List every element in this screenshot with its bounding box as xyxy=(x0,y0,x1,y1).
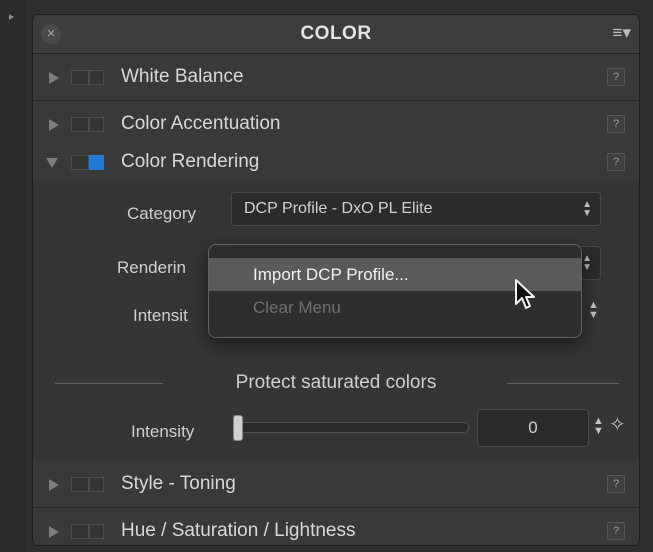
help-icon[interactable]: ? xyxy=(607,115,625,133)
enable-toggle[interactable] xyxy=(71,523,104,539)
help-icon[interactable]: ? xyxy=(607,153,625,171)
menu-icon[interactable]: ≡▾ xyxy=(613,23,631,43)
rendering-label: Renderin xyxy=(117,258,186,277)
section-label: Hue / Saturation / Lightness xyxy=(121,520,356,541)
expand-arrow-icon[interactable] xyxy=(9,14,14,20)
section-color-accentuation[interactable]: Color Accentuation ? xyxy=(33,101,639,148)
disclosure-triangle-icon[interactable] xyxy=(49,526,59,538)
help-icon[interactable]: ? xyxy=(607,68,625,86)
updown-arrows-icon: ▲ ▼ xyxy=(582,253,592,273)
protect-intensity-value[interactable]: 0 xyxy=(477,409,589,447)
section-hsl[interactable]: Hue / Saturation / Lightness ? xyxy=(33,508,639,545)
enable-toggle[interactable] xyxy=(71,69,104,85)
mouse-pointer-icon xyxy=(515,279,535,309)
disclosure-triangle-icon[interactable] xyxy=(49,479,59,491)
panel-title: COLOR xyxy=(300,23,372,44)
section-label: Color Accentuation xyxy=(121,113,281,134)
updown-arrows-icon[interactable]: ▲ ▼ xyxy=(593,416,604,437)
disclosure-triangle-icon[interactable] xyxy=(49,72,59,84)
category-label: Category xyxy=(127,204,196,223)
enable-toggle[interactable] xyxy=(71,476,104,492)
section-color-rendering[interactable]: Color Rendering ? xyxy=(33,142,639,183)
section-label: Style - Toning xyxy=(121,473,236,494)
panel-titlebar: × COLOR ≡▾ xyxy=(33,15,639,54)
protect-intensity-label: Intensity xyxy=(131,422,195,441)
disclosure-triangle-icon[interactable] xyxy=(46,158,58,168)
intensity-label: Intensit xyxy=(133,306,188,325)
disclosure-triangle-icon[interactable] xyxy=(49,119,59,131)
enable-toggle[interactable] xyxy=(71,116,104,132)
category-select[interactable]: DCP Profile - DxO PL Elite ▲ ▼ xyxy=(231,192,601,226)
section-label: Color Rendering xyxy=(121,151,260,172)
section-style-toning[interactable]: Style - Toning ? xyxy=(33,461,639,508)
section-label: White Balance xyxy=(121,66,244,87)
category-value: DCP Profile - DxO PL Elite xyxy=(244,200,433,217)
updown-arrows-icon: ▲ ▼ xyxy=(582,199,592,219)
help-icon[interactable]: ? xyxy=(607,475,625,493)
slider-thumb[interactable] xyxy=(233,415,243,441)
magic-wand-icon[interactable]: ✧ xyxy=(609,412,626,437)
section-white-balance[interactable]: White Balance ? xyxy=(33,54,639,101)
enable-toggle[interactable] xyxy=(71,154,104,170)
divider xyxy=(507,383,619,384)
intensity-stepper[interactable]: ▲ ▼ xyxy=(588,300,599,321)
side-grip[interactable] xyxy=(0,0,26,552)
protect-intensity-slider[interactable] xyxy=(235,422,469,433)
help-icon[interactable]: ? xyxy=(607,522,625,540)
